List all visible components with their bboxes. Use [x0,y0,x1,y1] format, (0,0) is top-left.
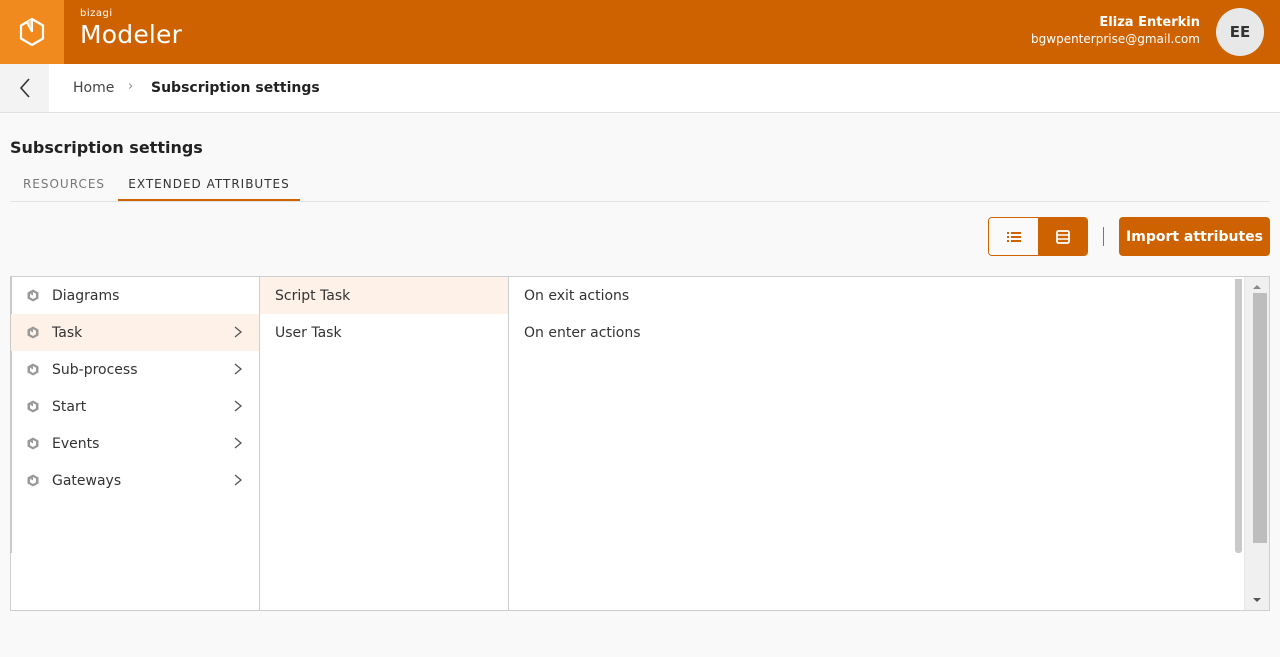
category-item-events[interactable]: Events [11,425,259,462]
tab-resources[interactable]: RESOURCES [10,168,118,201]
back-button[interactable] [0,64,49,112]
user-info: Eliza Enterkin bgwpenterprise@gmail.com [1031,14,1200,47]
brand: bizagi Modeler [80,8,182,50]
subtype-label: User Task [275,324,342,341]
breadcrumb-bar: Home › Subscription settings [0,64,1280,113]
hexagon-icon [27,400,39,413]
chevron-right-icon [234,437,243,449]
hexagon-icon [27,474,39,487]
category-label: Gateways [52,472,122,489]
category-label: Sub-process [52,361,138,378]
tab-extended-attributes[interactable]: EXTENDED ATTRIBUTES [118,168,300,201]
hexagon-icon [27,363,39,376]
subtype-item-script-task[interactable]: Script Task [260,277,508,314]
category-label: Diagrams [52,287,120,304]
detail-view-icon [1055,229,1070,244]
page-title: Subscription settings [10,138,203,157]
category-item-sub-process[interactable]: Sub-process [11,351,259,388]
hexagon-icon [27,289,39,302]
brand-company: bizagi [80,8,113,19]
attribute-label: On exit actions [524,287,630,304]
attribute-item-on-enter-actions[interactable]: On enter actions [509,314,1244,351]
subtype-item-user-task[interactable]: User Task [260,314,508,351]
chevron-left-icon [19,78,30,98]
attributes-column: On exit actions On enter actions [509,277,1244,610]
subtypes-column: Script Task User Task [260,277,509,610]
scroll-up-arrow-icon[interactable] [1253,285,1261,289]
breadcrumb-current: Subscription settings [151,80,320,96]
categories-column: Diagrams Task Sub-process Start Events G… [10,277,260,610]
scroll-down-arrow-icon[interactable] [1253,598,1261,602]
attribute-label: On enter actions [524,324,641,341]
category-item-diagrams[interactable]: Diagrams [11,277,259,314]
view-toggle [988,217,1088,256]
tab-bar: RESOURCES EXTENDED ATTRIBUTES [10,168,1270,202]
list-view-button[interactable] [989,218,1038,255]
chevron-right-icon [234,474,243,486]
attributes-browser: Diagrams Task Sub-process Start Events G… [10,276,1270,611]
toolbar-divider [1103,227,1104,246]
category-item-start[interactable]: Start [11,388,259,425]
attribute-item-on-exit-actions[interactable]: On exit actions [509,277,1244,314]
chevron-right-icon [234,326,243,338]
list-icon [1006,231,1021,242]
cube-logo-icon [19,17,45,47]
breadcrumb-separator: › [128,79,134,94]
chevron-right-icon [234,363,243,375]
import-attributes-button[interactable]: Import attributes [1119,217,1270,256]
category-label: Task [52,324,83,341]
vertical-scrollbar[interactable] [1235,277,1269,610]
inner-scroll-indicator [1235,279,1242,553]
scroll-thumb[interactable] [1253,293,1267,543]
user-email: bgwpenterprise@gmail.com [1031,32,1200,46]
category-label: Events [52,435,100,452]
user-name: Eliza Enterkin [1099,15,1200,30]
chevron-right-icon [234,400,243,412]
app-header: bizagi Modeler Eliza Enterkin bgwpenterp… [0,0,1280,64]
breadcrumb-home[interactable]: Home [73,80,114,96]
subtype-label: Script Task [275,287,351,304]
detail-view-button[interactable] [1038,218,1087,255]
brand-product: Modeler [80,20,183,49]
hexagon-icon [27,437,39,450]
category-item-gateways[interactable]: Gateways [11,462,259,499]
category-label: Start [52,398,87,415]
avatar[interactable]: EE [1216,8,1264,56]
category-item-task[interactable]: Task [11,314,259,351]
hexagon-icon [27,326,39,339]
app-logo[interactable] [0,0,64,64]
